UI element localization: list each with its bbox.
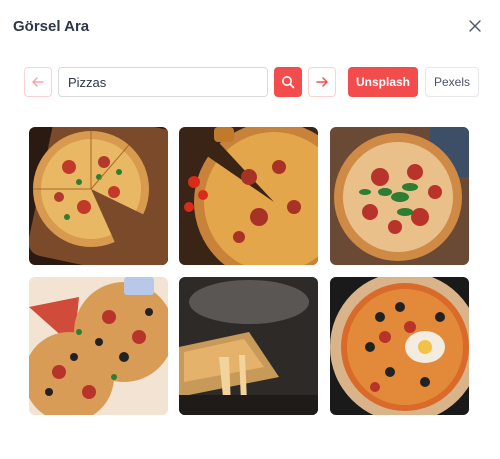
result-image[interactable] [29, 277, 168, 415]
close-icon[interactable] [466, 17, 484, 35]
search-icon [282, 76, 295, 89]
previous-page-button[interactable] [24, 67, 52, 97]
search-input[interactable] [58, 67, 268, 97]
result-image[interactable] [179, 127, 318, 265]
result-image[interactable] [179, 277, 318, 415]
arrow-right-icon [316, 77, 328, 87]
result-image[interactable] [330, 277, 469, 415]
arrow-left-icon [32, 77, 44, 87]
dialog-title: Görsel Ara [13, 18, 90, 35]
image-search-dialog: Görsel Ara Unsplash Pexels [0, 0, 500, 459]
next-page-button[interactable] [308, 67, 336, 97]
pexels-source-button[interactable]: Pexels [425, 67, 479, 97]
unsplash-source-button[interactable]: Unsplash [348, 67, 418, 97]
search-button[interactable] [274, 67, 302, 97]
result-image[interactable] [29, 127, 168, 265]
result-image[interactable] [330, 127, 469, 265]
